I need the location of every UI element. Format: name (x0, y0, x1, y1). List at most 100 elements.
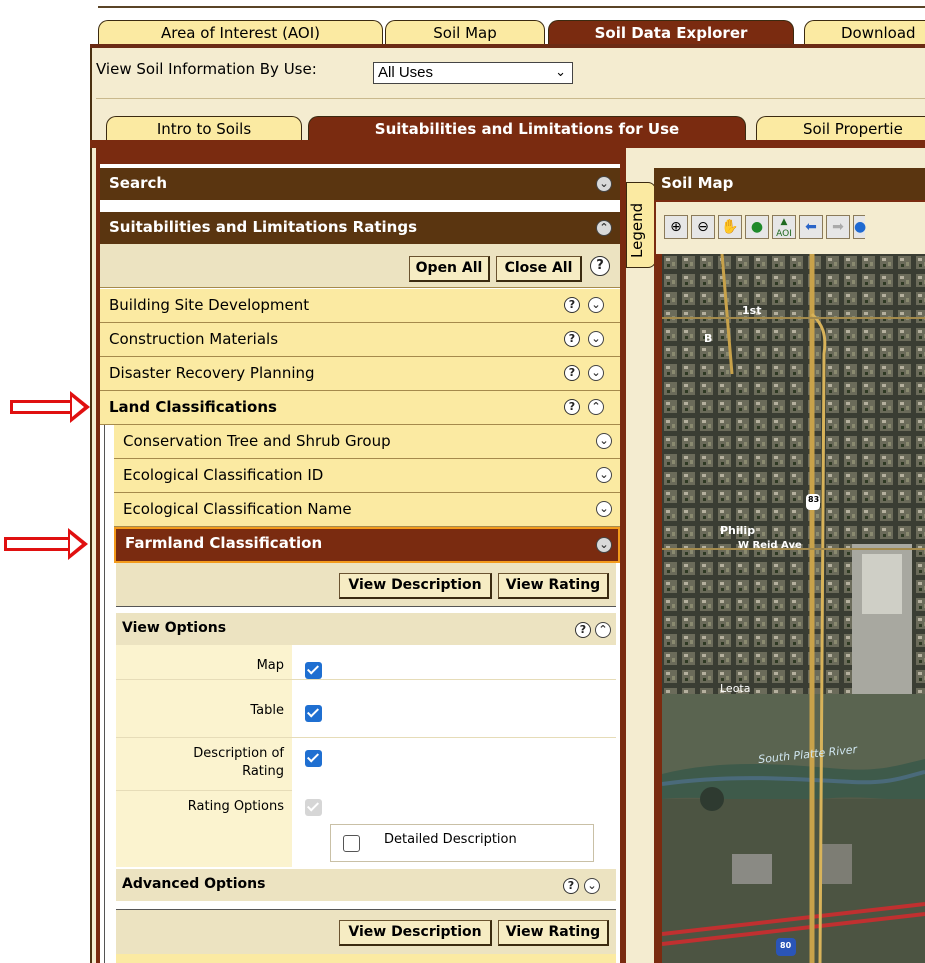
subcategory-label: Farmland Classification (125, 534, 323, 552)
tab-soil-properties[interactable]: Soil Propertie (756, 116, 925, 141)
tab-area-of-interest[interactable]: Area of Interest (AOI) (98, 20, 383, 45)
category-disaster-recovery-planning[interactable]: Disaster Recovery Planning ? ⌄ (100, 357, 620, 391)
globe-icon[interactable]: ● (853, 215, 866, 239)
subcategory-conservation-tree[interactable]: Conservation Tree and Shrub Group ⌄ (114, 425, 620, 459)
category-land-classifications[interactable]: Land Classifications ? ⌃ (100, 391, 620, 425)
option-rating-options-label: Rating Options (187, 799, 284, 814)
collapse-icon[interactable]: ⌃ (595, 622, 611, 638)
option-map-label: Map (256, 658, 284, 673)
divider (116, 790, 292, 791)
expand-icon[interactable]: ⌄ (596, 433, 612, 449)
subcategory-ecological-name[interactable]: Ecological Classification Name ⌄ (114, 493, 620, 527)
use-select-value: All Uses (378, 64, 434, 81)
table-checkbox[interactable] (305, 705, 322, 722)
help-icon[interactable]: ? (564, 399, 580, 415)
category-construction-materials[interactable]: Construction Materials ? ⌄ (100, 323, 620, 357)
legend-label: Legend (628, 202, 646, 258)
option-table-label: Table (250, 703, 284, 718)
advanced-options-title: Advanced Options (122, 876, 266, 892)
expand-icon[interactable]: ⌄ (588, 297, 604, 313)
view-description-button-bottom[interactable]: View Description (339, 920, 492, 946)
satellite-map (662, 254, 925, 963)
i-80-label: 80 (780, 941, 792, 950)
aoi-icon[interactable]: ▲ AOI (772, 215, 796, 239)
use-select[interactable]: All Uses ⌄ (373, 62, 573, 84)
ratings-header[interactable]: Suitabilities and Limitations Ratings ⌃ (100, 212, 620, 244)
map-label-philip: Philip (720, 524, 756, 537)
view-rating-button-bottom[interactable]: View Rating (498, 920, 609, 946)
category-label: Building Site Development (109, 296, 310, 314)
option-description-label: Description of Rating (193, 746, 284, 779)
view-rating-button[interactable]: View Rating (498, 573, 609, 599)
help-icon[interactable]: ? (564, 331, 580, 347)
tab-label: Soil Data Explorer (594, 24, 748, 42)
use-select-label: View Soil Information By Use: (96, 60, 317, 78)
view-description-button[interactable]: View Description (339, 573, 492, 599)
map-label-1st: 1st (742, 304, 762, 317)
top-divider (98, 6, 925, 8)
expand-icon[interactable]: ⌄ (596, 467, 612, 483)
full-extent-icon[interactable]: ● (745, 215, 769, 239)
zoom-in-icon[interactable]: ⊕ (664, 215, 688, 239)
category-building-site-development[interactable]: Building Site Development ? ⌄ (100, 289, 620, 323)
advanced-options-header[interactable]: Advanced Options ? ⌄ (116, 869, 616, 901)
collapse-icon[interactable]: ⌃ (588, 399, 604, 415)
category-label: Disaster Recovery Planning (109, 364, 315, 382)
tab-suitabilities-limitations[interactable]: Suitabilities and Limitations for Use (308, 116, 746, 141)
open-all-button[interactable]: Open All (409, 256, 490, 282)
detailed-description-checkbox[interactable] (343, 835, 360, 852)
expand-icon[interactable]: ⌄ (596, 537, 612, 553)
back-arrow-icon[interactable]: ⬅ (799, 215, 823, 239)
collapse-icon[interactable]: ⌃ (596, 220, 612, 236)
tab-intro-to-soils[interactable]: Intro to Soils (106, 116, 302, 141)
subcategory-label: Conservation Tree and Shrub Group (123, 432, 391, 450)
search-header[interactable]: Search ⌄ (100, 168, 620, 200)
ratings-title: Suitabilities and Limitations Ratings (109, 218, 418, 236)
forward-arrow-icon[interactable]: ➡ (826, 215, 850, 239)
category-label: Construction Materials (109, 330, 279, 348)
next-row-partial (116, 954, 616, 963)
hwy-83-label: 83 (808, 495, 820, 504)
legend-tab[interactable]: Legend (626, 182, 656, 268)
tab-label: Download (841, 24, 916, 42)
map-checkbox[interactable] (305, 662, 322, 679)
expand-icon[interactable]: ⌄ (596, 501, 612, 517)
chevron-down-icon: ⌄ (555, 64, 566, 79)
help-icon[interactable]: ? (563, 878, 579, 894)
category-label: Land Classifications (109, 398, 277, 416)
help-icon[interactable]: ? (564, 365, 580, 381)
divider (116, 679, 616, 680)
description-checkbox[interactable] (305, 750, 322, 767)
tab-label: Intro to Soils (156, 120, 252, 138)
tab-label: Soil Map (433, 24, 497, 42)
help-icon[interactable]: ? (564, 297, 580, 313)
close-all-button[interactable]: Close All (496, 256, 582, 282)
map-label-reid-ave: W Reid Ave (738, 540, 802, 551)
zoom-out-icon[interactable]: ⊖ (691, 215, 715, 239)
map-label-b: B (704, 332, 713, 345)
tab-download[interactable]: Download (804, 20, 925, 45)
rating-options-checkbox (305, 799, 322, 816)
expand-icon[interactable]: ⌄ (588, 331, 604, 347)
expand-icon[interactable]: ⌄ (588, 365, 604, 381)
subcategory-label: Ecological Classification ID (123, 466, 324, 484)
tab-soil-data-explorer[interactable]: Soil Data Explorer (548, 20, 794, 45)
help-icon[interactable]: ? (590, 256, 610, 276)
subcategory-ecological-id[interactable]: Ecological Classification ID ⌄ (114, 459, 620, 493)
expand-icon[interactable]: ⌄ (584, 878, 600, 894)
pan-hand-icon[interactable]: ✋ (718, 215, 742, 239)
subcategory-farmland-classification[interactable]: Farmland Classification ⌄ (114, 527, 620, 563)
expand-icon[interactable]: ⌄ (596, 176, 612, 192)
tree-guide-line (104, 425, 105, 963)
tab-label: Suitabilities and Limitations for Use (374, 120, 680, 138)
view-options-header[interactable]: View Options ? ⌃ (116, 613, 616, 645)
tab-soil-map[interactable]: Soil Map (385, 20, 545, 45)
detailed-description-label: Detailed Description (384, 832, 517, 847)
soil-map-title: Soil Map (654, 168, 925, 200)
view-options-title: View Options (122, 620, 227, 636)
divider (116, 737, 616, 738)
help-icon[interactable]: ? (575, 622, 591, 638)
search-title: Search (109, 174, 168, 192)
map-label-leota: Leota (720, 682, 751, 695)
soil-map-image[interactable]: 1st B Philip W Reid Ave Leota South Plat… (662, 254, 925, 963)
